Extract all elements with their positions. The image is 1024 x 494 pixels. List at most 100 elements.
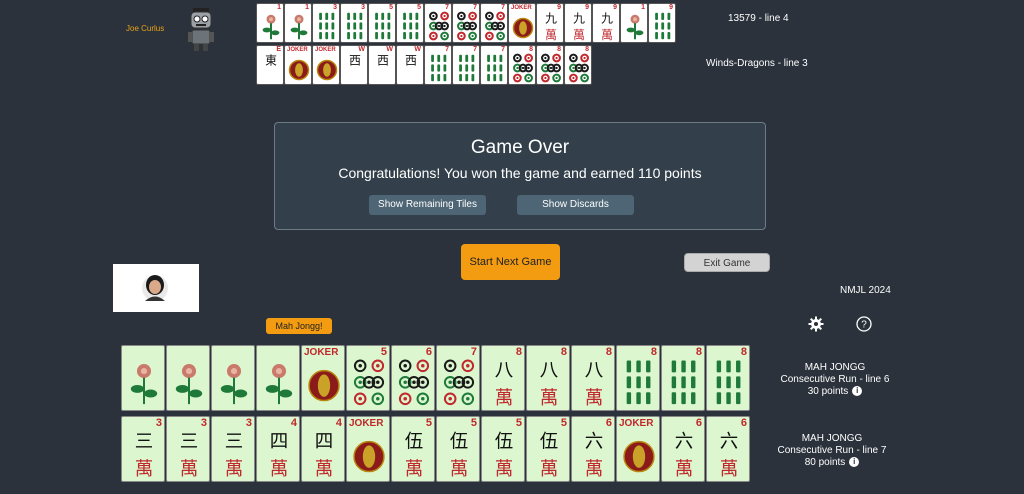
mahjong-tile: 三萬3 (211, 416, 255, 482)
svg-text:西: 西 (377, 53, 389, 67)
svg-text:九: 九 (573, 11, 585, 25)
mahjong-tile: 九萬9 (536, 3, 564, 43)
opponent-hand-line-1: 13579 - line 4 (728, 13, 789, 24)
mahjong-tile: 西W (396, 45, 424, 85)
mahjong-tile: JOKER (284, 45, 312, 85)
svg-text:萬: 萬 (545, 28, 557, 42)
mahjong-tile: 7 (480, 45, 508, 85)
svg-text:萬: 萬 (135, 459, 153, 480)
player-avatar (113, 264, 199, 312)
svg-text:四: 四 (315, 431, 333, 452)
svg-text:伍: 伍 (450, 431, 468, 452)
mahjong-tile: 8 (508, 45, 536, 85)
mahjong-tile: JOKER (346, 416, 390, 482)
svg-text:萬: 萬 (540, 388, 558, 409)
svg-text:八: 八 (495, 360, 513, 381)
mahjong-tile: 三萬3 (166, 416, 210, 482)
mahjong-tile: 西W (368, 45, 396, 85)
hand-info-2: MAH JONGG Consecutive Run - line 7 80 po… (772, 433, 892, 469)
mahjong-tile: 8 (661, 345, 705, 411)
mahjong-tile: 8 (616, 345, 660, 411)
hand-info-1: MAH JONGG Consecutive Run - line 6 30 po… (775, 362, 895, 398)
svg-text:萬: 萬 (225, 459, 243, 480)
svg-text:西: 西 (405, 53, 417, 67)
mahjong-tile: 伍萬5 (526, 416, 570, 482)
svg-text:東: 東 (265, 53, 277, 67)
svg-text:萬: 萬 (405, 459, 423, 480)
mahjong-tile: 伍萬5 (391, 416, 435, 482)
mahjong-tile (166, 345, 210, 411)
mahjong-tile: 八萬8 (571, 345, 615, 411)
mahjong-tile: 6 (391, 345, 435, 411)
mahjong-tile: 5 (396, 3, 424, 43)
svg-text:八: 八 (585, 360, 603, 381)
show-discards-button[interactable]: Show Discards (517, 195, 634, 215)
hand-info-2-title: MAH JONGG (801, 433, 863, 444)
svg-text:萬: 萬 (585, 459, 603, 480)
svg-text:萬: 萬 (540, 459, 558, 480)
mahjong-tile: 九萬9 (592, 3, 620, 43)
mahjong-tile: 九萬9 (564, 3, 592, 43)
mahjong-tile: 9 (648, 3, 676, 43)
svg-text:六: 六 (585, 431, 603, 452)
start-next-game-button[interactable]: Start Next Game (461, 244, 560, 280)
mahjong-tile: 四萬4 (256, 416, 300, 482)
mahjong-tile: 四萬4 (301, 416, 345, 482)
svg-text:三: 三 (135, 431, 153, 452)
svg-text:三: 三 (225, 431, 243, 452)
hand-info-1-title: MAH JONGG (804, 362, 866, 373)
help-glyph: ? (861, 320, 867, 331)
mahjong-tile: 八萬8 (526, 345, 570, 411)
opponent-exposed-row-2: 東E JOKER JOKER 西 W 西 W 西 W 7 7 7 8 8 8 (256, 45, 592, 85)
svg-text:八: 八 (540, 360, 558, 381)
game-over-message: Congratulations! You won the game and ea… (338, 165, 702, 181)
opponent-name: Joe Curlus (126, 24, 165, 33)
mahjong-tile: 7 (452, 3, 480, 43)
robot-avatar (186, 6, 216, 52)
svg-text:萬: 萬 (601, 28, 613, 42)
svg-text:九: 九 (545, 11, 557, 25)
svg-text:四: 四 (270, 431, 288, 452)
mahjong-tile: 7 (452, 45, 480, 85)
svg-text:萬: 萬 (450, 459, 468, 480)
mahjong-tile: JOKER (312, 45, 340, 85)
mahjong-tile (211, 345, 255, 411)
mahjong-tile: 1 (256, 3, 284, 43)
mahjong-tile: 3 (312, 3, 340, 43)
player-hand-row-1: JOKER 5 6 7 八萬 8 八萬 8 八萬 8 8 8 8 (121, 345, 751, 411)
hand-info-1-line: Consecutive Run - line 6 (780, 374, 890, 385)
mahjong-tile: 六萬6 (661, 416, 705, 482)
svg-text:萬: 萬 (675, 459, 693, 480)
hand-info-1-points: 30 points (807, 386, 849, 397)
svg-text:伍: 伍 (540, 431, 558, 452)
mahjong-tile: 8 (536, 45, 564, 85)
mahjong-tile: JOKER (301, 345, 345, 411)
gear-icon[interactable] (808, 316, 824, 332)
info-icon[interactable]: i (852, 386, 863, 397)
mahjong-tile: 3 (340, 3, 368, 43)
mahjong-tile: 8 (564, 45, 592, 85)
exit-game-button[interactable]: Exit Game (684, 253, 770, 272)
mahjong-tile: 1 (284, 3, 312, 43)
mahjong-tile: JOKER (616, 416, 660, 482)
info-icon[interactable]: i (849, 457, 860, 468)
mah-jongg-badge: Mah Jongg! (266, 318, 332, 334)
mahjong-tile (121, 345, 165, 411)
game-over-title: Game Over (470, 137, 570, 158)
mahjong-tile: 三萬3 (121, 416, 165, 482)
question-icon[interactable]: ? (856, 316, 872, 332)
svg-text:萬: 萬 (573, 28, 585, 42)
svg-text:萬: 萬 (495, 388, 513, 409)
player-hand-row-2: 三萬3三萬3三萬3四萬4四萬4 JOKER 伍萬 5 伍萬 5 伍萬 5 伍萬 5 六萬 6 JOK… (121, 416, 751, 482)
hand-info-2-points: 80 points (804, 457, 846, 468)
card-year-label: NMJL 2024 (840, 285, 891, 296)
mahjong-tile: 1 (620, 3, 648, 43)
mahjong-tile: 西W (340, 45, 368, 85)
show-remaining-tiles-button[interactable]: Show Remaining Tiles (369, 195, 486, 215)
mahjong-tile: 六萬6 (571, 416, 615, 482)
mahjong-tile: 伍萬5 (436, 416, 480, 482)
mahjong-tile: 八萬8 (481, 345, 525, 411)
mahjong-tile: 7 (424, 3, 452, 43)
svg-text:萬: 萬 (720, 459, 738, 480)
mahjong-tile: 8 (706, 345, 750, 411)
